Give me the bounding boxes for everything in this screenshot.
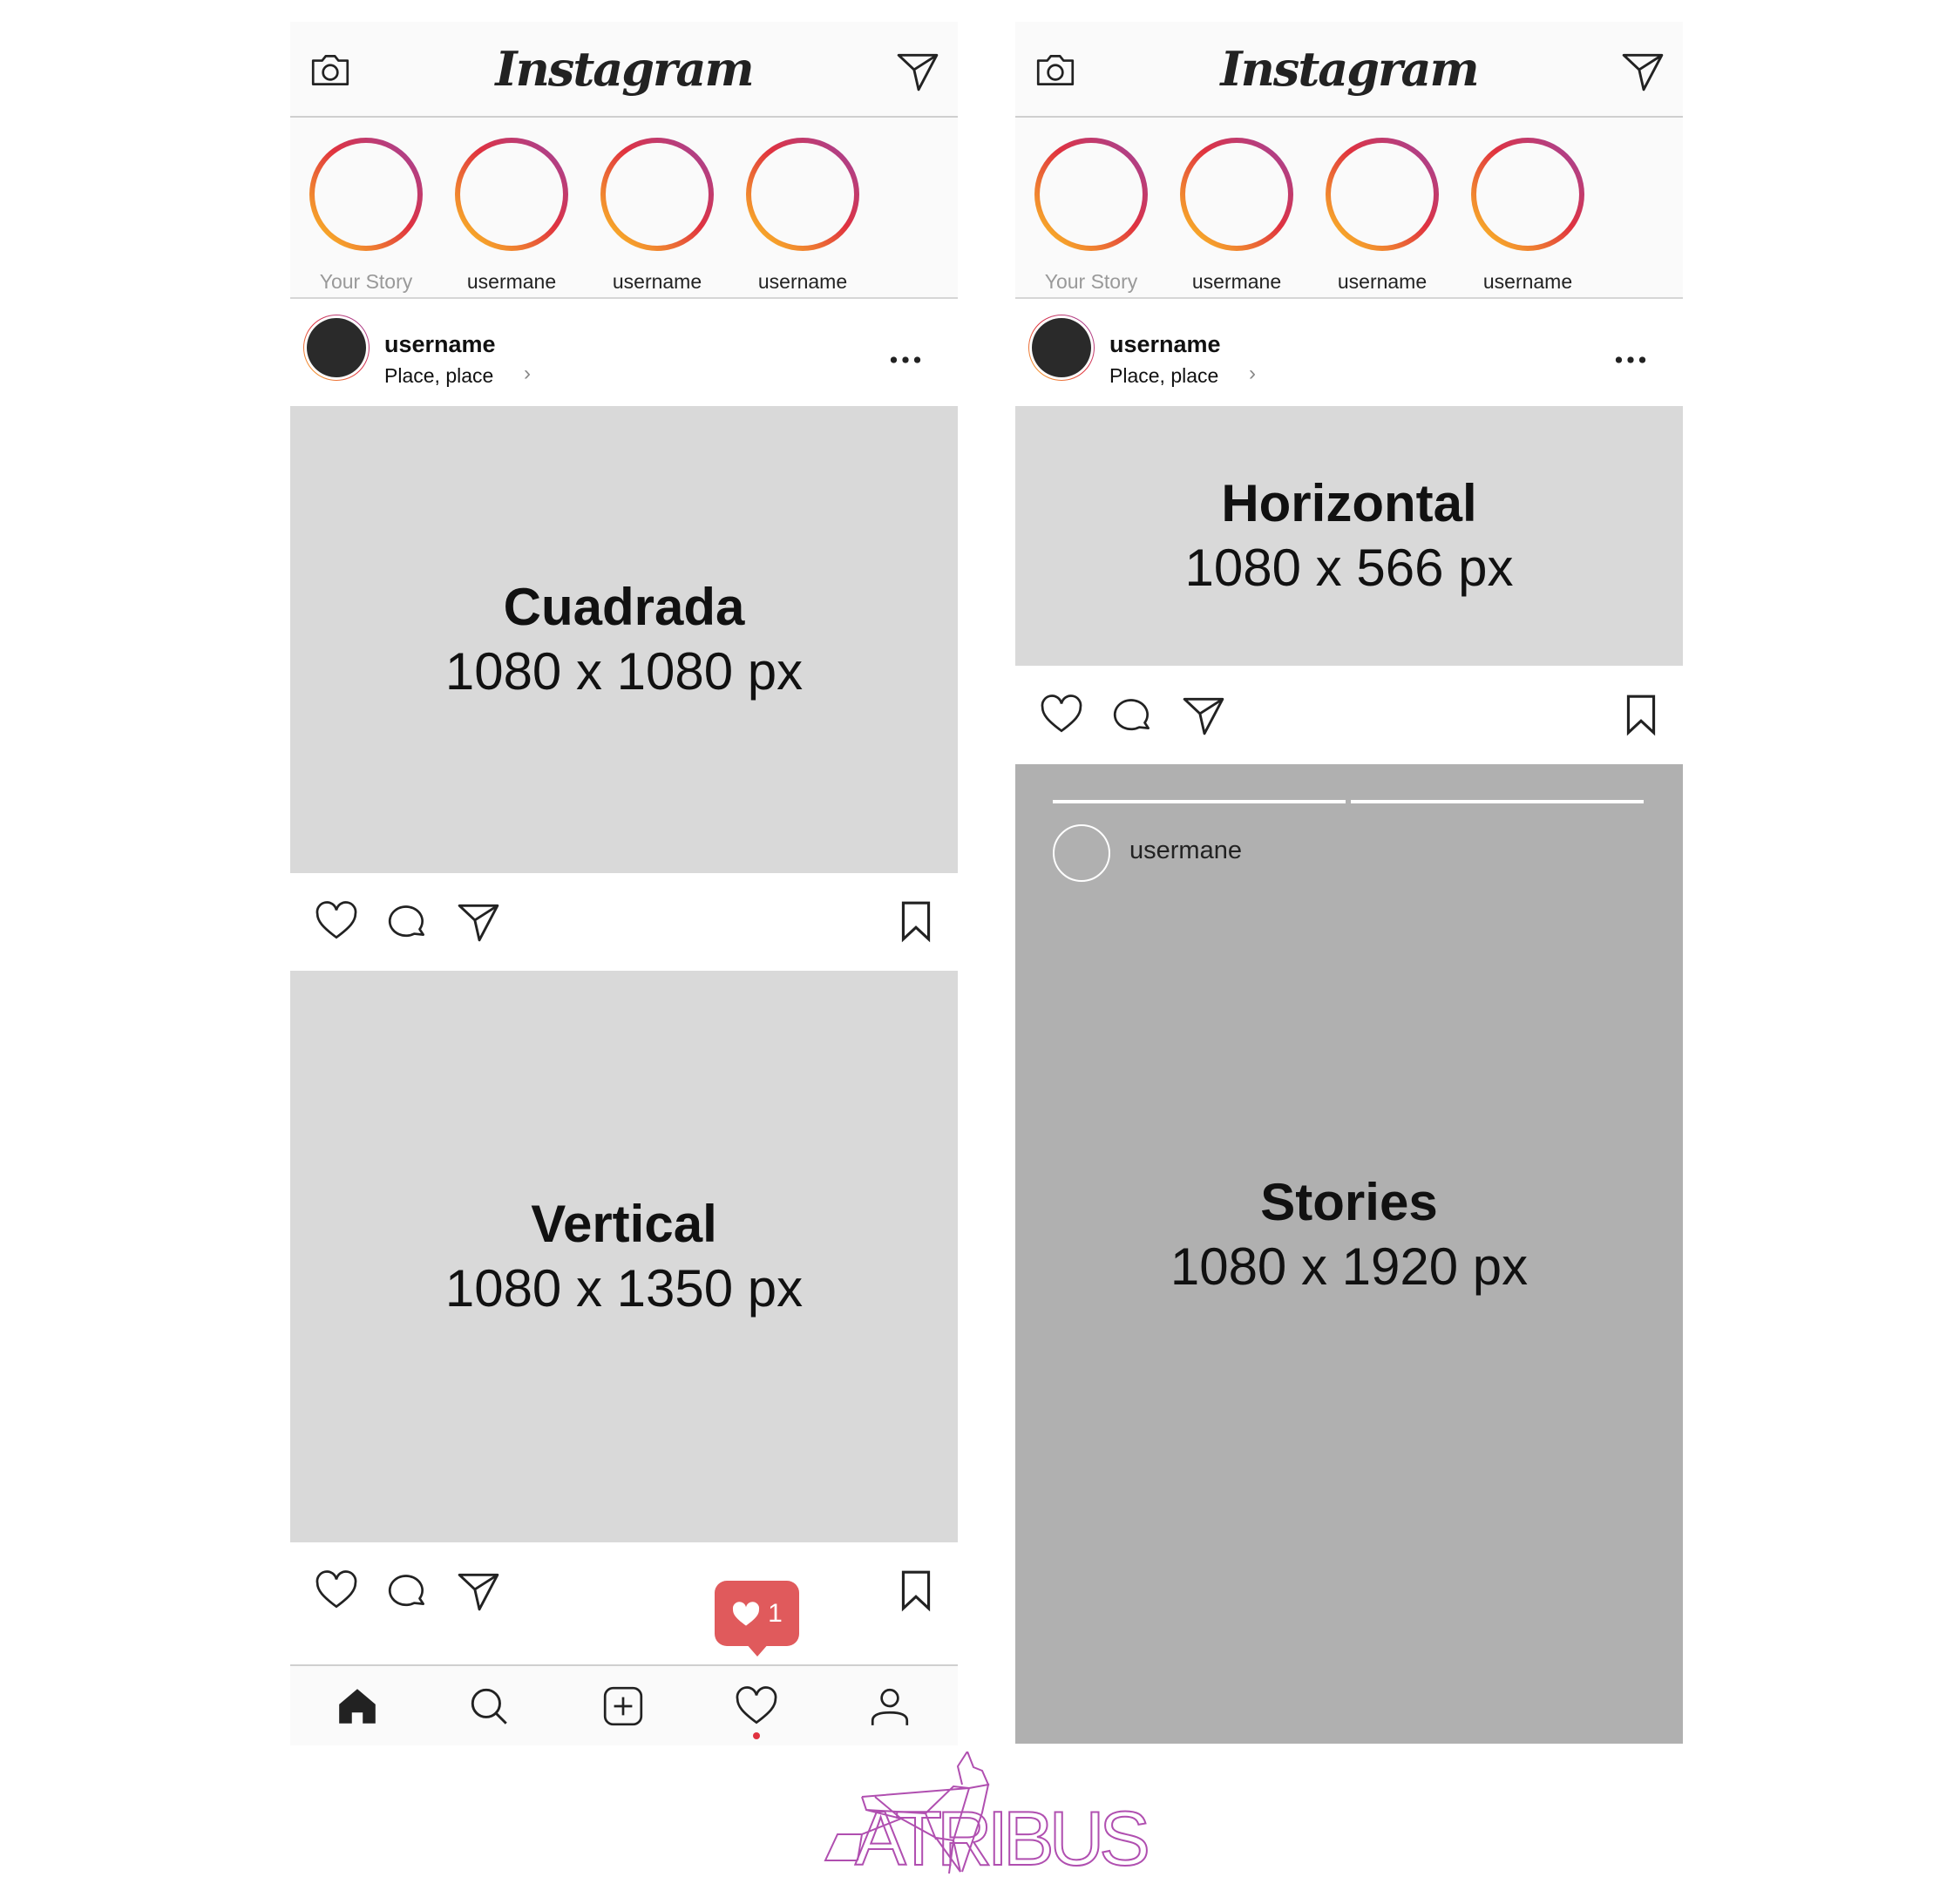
post-username[interactable]: username	[1109, 331, 1221, 358]
format-title: Vertical	[531, 1195, 717, 1253]
bookmark-icon[interactable]	[1618, 692, 1664, 737]
activity-notification-badge[interactable]: 1	[715, 1581, 799, 1646]
story-label: usermane	[1191, 270, 1282, 293]
like-heart-icon[interactable]	[1039, 692, 1084, 737]
story-ring[interactable]	[1180, 138, 1293, 251]
instagram-logo: Instagram	[1220, 41, 1479, 97]
like-heart-icon[interactable]	[314, 898, 359, 944]
add-post-icon[interactable]	[600, 1684, 646, 1729]
story-format-label: Stories 1080 x 1920 px	[1015, 1165, 1683, 1304]
story-ring[interactable]	[1326, 138, 1439, 251]
format-size: 1080 x 1350 px	[444, 1259, 804, 1318]
post-image-square: Cuadrada 1080 x 1080 px	[290, 406, 958, 873]
share-send-icon[interactable]	[456, 1568, 501, 1613]
top-bar: Instagram	[1015, 22, 1683, 118]
story-progress-segment	[1351, 800, 1644, 803]
bottom-nav	[290, 1664, 958, 1745]
post-location[interactable]: Place, place	[1109, 364, 1218, 388]
top-bar: Instagram	[290, 22, 958, 118]
logo-wordmark: ATRIBUS	[855, 1795, 1147, 1881]
avatar[interactable]	[1028, 315, 1095, 381]
share-send-icon[interactable]	[456, 898, 501, 944]
format-title: Stories	[1260, 1173, 1438, 1231]
story-ring-your-story[interactable]	[309, 138, 423, 251]
story-avatar[interactable]	[1053, 824, 1110, 882]
story-label: username	[1482, 270, 1573, 293]
direct-send-icon[interactable]	[895, 48, 940, 93]
chevron-right-icon: ›	[524, 362, 531, 385]
badge-pointer	[745, 1643, 770, 1657]
story-ring[interactable]	[600, 138, 714, 251]
more-options-icon[interactable]	[883, 337, 928, 383]
profile-icon[interactable]	[867, 1684, 912, 1729]
post-image-horizontal: Horizontal 1080 x 566 px	[1015, 406, 1683, 666]
post-username[interactable]: username	[384, 331, 496, 358]
atribus-logo: ATRIBUS	[824, 1752, 1153, 1882]
notification-dot	[753, 1732, 760, 1739]
bookmark-icon[interactable]	[893, 898, 939, 944]
story-viewer[interactable]: usermane Stories 1080 x 1920 px	[1015, 764, 1683, 1744]
phone-feed-left: Instagram Your Story usermane username u…	[290, 22, 958, 1745]
format-size: 1080 x 566 px	[1184, 539, 1514, 597]
story-ring[interactable]	[1471, 138, 1584, 251]
comment-icon[interactable]	[385, 1568, 431, 1613]
story-label: usermane	[466, 270, 557, 293]
comment-icon[interactable]	[385, 898, 431, 944]
story-label: Your Story	[1044, 270, 1138, 293]
story-ring[interactable]	[455, 138, 568, 251]
stories-tray: Your Story usermane username username	[290, 118, 958, 299]
story-label: username	[757, 270, 848, 293]
post-image-vertical: Vertical 1080 x 1350 px	[290, 971, 958, 1542]
format-size: 1080 x 1920 px	[1170, 1237, 1529, 1296]
home-icon[interactable]	[335, 1684, 380, 1729]
instagram-logo: Instagram	[495, 41, 754, 97]
story-username[interactable]: usermane	[1129, 837, 1242, 865]
chevron-right-icon: ›	[1249, 362, 1256, 385]
more-options-icon[interactable]	[1608, 337, 1653, 383]
notification-count: 1	[768, 1598, 783, 1628]
activity-heart-icon[interactable]	[734, 1684, 779, 1729]
avatar[interactable]	[303, 315, 370, 381]
share-send-icon[interactable]	[1181, 692, 1226, 737]
story-label: username	[1337, 270, 1428, 293]
stories-tray: Your Story usermane username username	[1015, 118, 1683, 299]
format-size: 1080 x 1080 px	[444, 642, 804, 701]
direct-send-icon[interactable]	[1620, 48, 1665, 93]
search-icon[interactable]	[466, 1684, 512, 1729]
story-label: Your Story	[319, 270, 413, 293]
bookmark-icon[interactable]	[893, 1568, 939, 1613]
post-location[interactable]: Place, place	[384, 364, 493, 388]
comment-icon[interactable]	[1110, 692, 1156, 737]
like-heart-icon[interactable]	[314, 1568, 359, 1613]
format-title: Cuadrada	[503, 578, 745, 636]
story-progress-segment	[1053, 800, 1346, 803]
story-label: username	[612, 270, 702, 293]
phone-feed-right: Instagram Your Story usermane username u…	[1015, 22, 1683, 1744]
format-title: Horizontal	[1221, 474, 1477, 532]
heart-icon	[733, 1601, 760, 1626]
story-ring[interactable]	[746, 138, 859, 251]
story-ring-your-story[interactable]	[1034, 138, 1148, 251]
